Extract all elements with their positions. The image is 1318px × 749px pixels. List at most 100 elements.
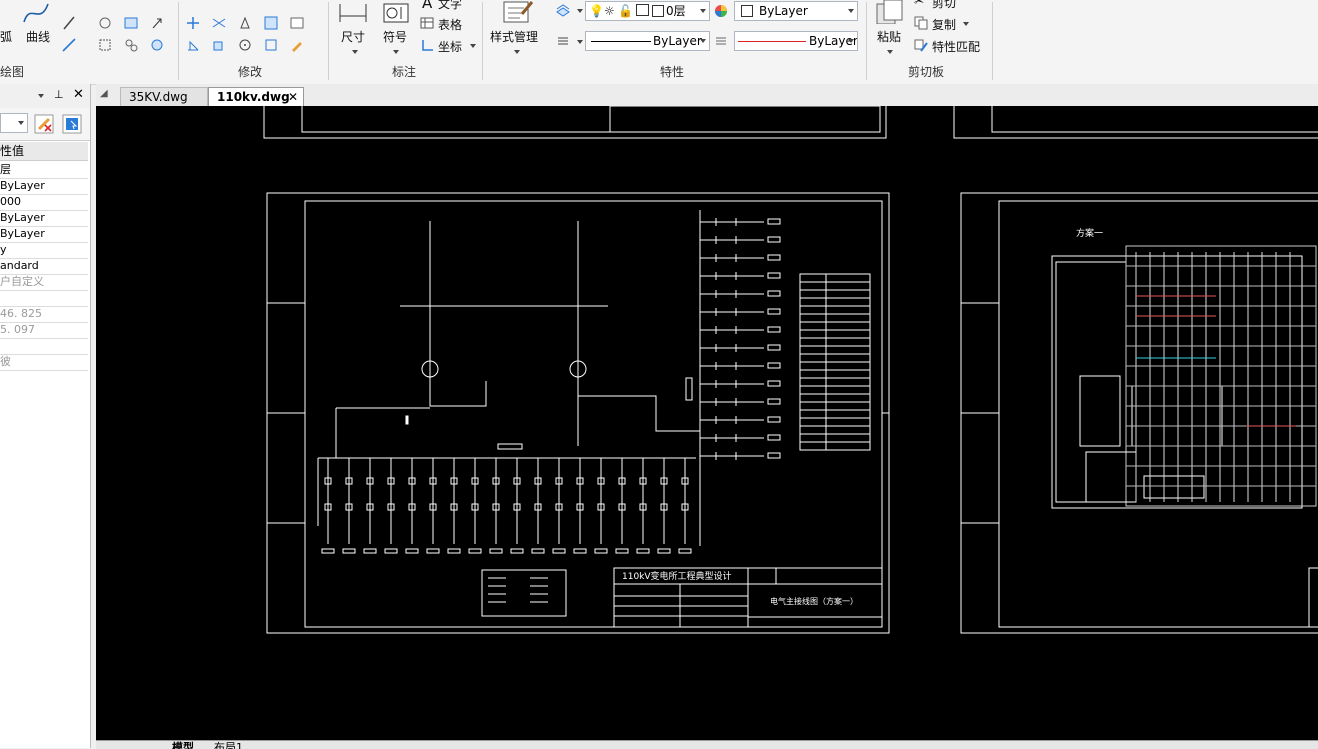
style-manager-label[interactable]: 样式管理: [490, 28, 538, 45]
chevron-down-icon[interactable]: [887, 50, 893, 54]
region-icon[interactable]: [150, 38, 164, 52]
sheet-frame-top-left: [263, 106, 887, 139]
stretch-icon[interactable]: [290, 16, 304, 30]
quick-select-icon[interactable]: [62, 114, 82, 134]
chevron-down-icon[interactable]: [514, 50, 520, 54]
palette-row[interactable]: [0, 290, 88, 307]
match-properties-label[interactable]: 特性匹配: [932, 38, 980, 55]
polygon-icon[interactable]: [98, 16, 112, 30]
lock-icon: 🔓: [618, 4, 633, 18]
explode-icon[interactable]: [264, 38, 278, 52]
clear-selection-icon[interactable]: [34, 114, 54, 134]
layout-plan: [1051, 255, 1303, 509]
line-icon[interactable]: [62, 16, 76, 30]
curve-label[interactable]: 曲线: [26, 28, 50, 45]
text-tool-icon[interactable]: A: [422, 0, 432, 12]
lineweight-preview: [738, 41, 806, 42]
mirror-icon[interactable]: [186, 38, 200, 52]
offset-icon[interactable]: [238, 38, 252, 52]
copy-obj-icon[interactable]: [212, 38, 226, 52]
color-combo[interactable]: ByLayer: [734, 1, 858, 21]
separator: [328, 2, 329, 80]
dimension-label[interactable]: 尺寸: [341, 28, 365, 45]
layer-combo[interactable]: 💡 ☼ 🔓 0层: [585, 1, 710, 21]
palette-row[interactable]: 层: [0, 162, 88, 179]
polyline-icon[interactable]: [62, 38, 76, 52]
tab-menu-icon[interactable]: ◢: [100, 88, 108, 99]
pointer-icon[interactable]: [150, 16, 164, 30]
palette-row[interactable]: 彼: [0, 354, 88, 371]
rotate-icon[interactable]: [238, 16, 252, 30]
tab-35kv[interactable]: 35KV.dwg: [120, 87, 208, 106]
palette-row[interactable]: y: [0, 242, 88, 259]
chevron-down-icon[interactable]: [577, 40, 583, 44]
paste-label[interactable]: 粘贴: [877, 28, 901, 45]
chevron-down-icon[interactable]: [963, 22, 969, 26]
chevron-down-icon[interactable]: [38, 94, 44, 98]
lineweight-list-icon[interactable]: [714, 34, 728, 48]
tab-label: 35KV.dwg: [129, 90, 188, 104]
hatch-icon[interactable]: [124, 16, 138, 30]
table-label[interactable]: 表格: [438, 16, 462, 33]
palette-header: ⊥ ✕: [0, 84, 90, 108]
paste-icon[interactable]: [874, 0, 904, 24]
linetype-combo[interactable]: ByLayer: [585, 31, 710, 51]
text-label[interactable]: 文字: [438, 0, 462, 12]
coord-label[interactable]: 坐标: [438, 38, 462, 55]
separator: [178, 2, 179, 80]
dimension-icon[interactable]: [338, 2, 368, 24]
palette-row[interactable]: 000: [0, 194, 88, 211]
palette-row[interactable]: 5. 097: [0, 322, 88, 339]
palette-row[interactable]: ByLayer: [0, 178, 88, 195]
selection-combo[interactable]: [0, 113, 28, 133]
style-manager-icon[interactable]: [500, 0, 534, 24]
palette-row[interactable]: 户自定义: [0, 274, 88, 291]
linetype-value: ByLayer: [653, 34, 702, 48]
copy-label[interactable]: 复制: [932, 16, 956, 33]
move-icon[interactable]: [186, 16, 200, 30]
palette-row[interactable]: 46. 825: [0, 306, 88, 323]
tab-110kv[interactable]: 110kv.dwg ✕: [208, 87, 304, 106]
palette-row[interactable]: ByLayer: [0, 226, 88, 243]
rect-icon[interactable]: [98, 38, 112, 52]
color-wheel-icon[interactable]: [714, 4, 728, 18]
chevron-down-icon[interactable]: [393, 50, 399, 54]
separator: [866, 2, 867, 80]
table-icon[interactable]: [420, 16, 434, 30]
close-icon[interactable]: ✕: [73, 87, 84, 102]
symbol-icon[interactable]: [382, 2, 410, 24]
sheet-title: 电气主接线图（方案一）: [770, 596, 858, 606]
palette-row[interactable]: [0, 338, 88, 355]
annotate-group-label: 标注: [392, 65, 417, 79]
array-icon[interactable]: [264, 16, 278, 30]
symbol-label[interactable]: 符号: [383, 28, 407, 45]
block-icon[interactable]: [124, 38, 138, 52]
scissors-icon[interactable]: ✂: [914, 0, 924, 8]
modify-group-label: 修改: [238, 65, 263, 79]
lineweight-combo[interactable]: ByLayer: [734, 31, 858, 51]
layer-color-swatch: [652, 5, 664, 17]
close-icon[interactable]: ✕: [288, 88, 298, 106]
edit-icon[interactable]: [290, 38, 304, 52]
coord-icon[interactable]: [420, 38, 434, 52]
sheet-frame-right: [960, 192, 1318, 634]
copy-icon[interactable]: [914, 16, 928, 30]
drawing-canvas[interactable]: 110kV变电所工程典型设计 电气主接线图（方案一） 方案一: [96, 106, 1318, 740]
match-properties-icon[interactable]: [914, 38, 928, 52]
palette-row[interactable]: ByLayer: [0, 210, 88, 227]
lineweight-icon[interactable]: [556, 34, 570, 48]
pin-icon[interactable]: ⊥: [54, 88, 64, 101]
layer-value: 0层: [666, 4, 686, 18]
chevron-down-icon[interactable]: [352, 50, 358, 54]
palette-row[interactable]: andard: [0, 258, 88, 275]
cut-label[interactable]: 剪切: [932, 0, 956, 11]
chevron-down-icon[interactable]: [470, 44, 476, 48]
scheme-label: 方案一: [1076, 227, 1103, 239]
curve-icon[interactable]: [22, 2, 50, 24]
trim-icon[interactable]: [212, 16, 226, 30]
drawing-svg[interactable]: 110kV变电所工程典型设计 电气主接线图（方案一） 方案一: [96, 106, 1318, 740]
chevron-down-icon[interactable]: [577, 9, 583, 13]
chevron-down-icon: [700, 39, 706, 43]
arc-label[interactable]: 弧: [0, 28, 12, 45]
layer-manager-icon[interactable]: [556, 3, 570, 17]
